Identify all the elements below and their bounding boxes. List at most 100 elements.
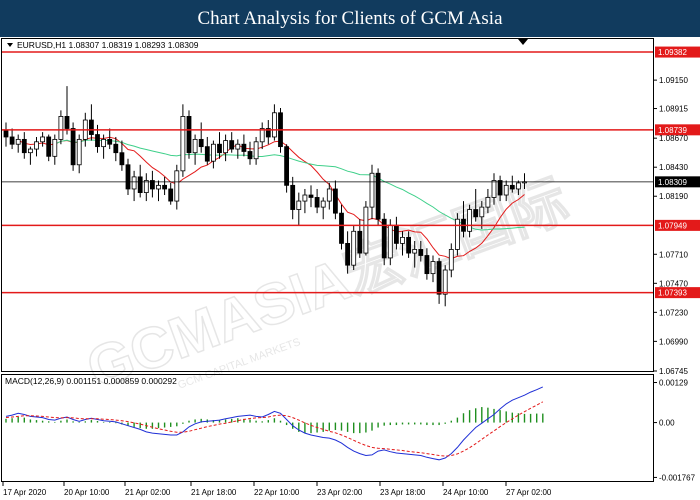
- candle-body: [76, 138, 82, 166]
- time-tick-label: 23 Apr 02:00: [317, 488, 363, 497]
- candle-body: [125, 164, 131, 190]
- candle-body: [271, 112, 277, 138]
- time-tick-label: 20 Apr 10:00: [64, 488, 110, 497]
- candle-body: [302, 194, 308, 202]
- time-tick-label: 24 Apr 10:00: [443, 488, 489, 497]
- candle-body: [40, 136, 45, 143]
- candle-body: [448, 249, 454, 271]
- macd-tick-label: -0.001767: [659, 473, 696, 482]
- candle-body: [442, 269, 448, 295]
- candle-body: [101, 138, 106, 148]
- candle-body: [503, 184, 509, 196]
- candle-body: [430, 261, 436, 275]
- candle-body: [34, 141, 39, 150]
- macd-tick-label: 0.00: [659, 419, 675, 428]
- candle-body: [217, 143, 222, 154]
- candle-body: [46, 136, 52, 157]
- candle-body: [406, 236, 412, 254]
- current-price-label: 1.08309: [658, 178, 687, 187]
- time-tick-label: 23 Apr 18:00: [380, 488, 426, 497]
- macd-tick-label: 0.00129: [659, 379, 688, 388]
- candle-body: [89, 119, 94, 135]
- page-title: Chart Analysis for Clients of GCM Asia: [197, 7, 503, 29]
- candle-body: [284, 146, 290, 186]
- candle-body: [436, 261, 442, 295]
- candle-body: [15, 138, 21, 145]
- candle-body: [485, 197, 491, 208]
- candle-body: [290, 184, 296, 210]
- candle-body: [3, 130, 9, 138]
- page-header: Chart Analysis for Clients of GCM Asia: [0, 0, 700, 37]
- level-label: 1.09382: [658, 48, 687, 57]
- candle-body: [497, 180, 503, 196]
- level-label: 1.07949: [658, 221, 687, 230]
- time-tick-label: 21 Apr 02:00: [125, 488, 171, 497]
- candle-body: [357, 230, 363, 254]
- candle-body: [131, 176, 137, 190]
- candle-body: [143, 180, 149, 194]
- time-tick-label: 22 Apr 10:00: [254, 488, 300, 497]
- candle-body: [156, 184, 161, 190]
- level-label: 1.07393: [658, 289, 687, 298]
- candle-body: [192, 138, 198, 154]
- candle-body: [308, 194, 314, 198]
- candle-body: [223, 140, 229, 154]
- time-tick-label: 17 Apr 2020: [3, 488, 47, 497]
- candle-body: [509, 184, 515, 190]
- price-tick-label: 1.08670: [659, 134, 688, 143]
- candle-body: [70, 128, 76, 166]
- candle-body: [253, 141, 259, 160]
- candle-body: [387, 224, 393, 259]
- candle-body: [314, 197, 320, 208]
- candle-body: [369, 172, 375, 208]
- candle-body: [107, 138, 113, 145]
- candle: [454, 213, 460, 256]
- candle-body: [393, 224, 399, 244]
- candle-body: [198, 138, 204, 148]
- candle-body: [400, 236, 405, 244]
- candle: [284, 144, 290, 193]
- price-tick-label: 1.06990: [659, 337, 688, 346]
- candle-body: [339, 212, 344, 244]
- candle: [351, 225, 357, 271]
- candle-body: [363, 206, 369, 254]
- candle-body: [180, 116, 186, 172]
- candle-body: [491, 180, 497, 198]
- candle-body: [332, 188, 338, 214]
- candle-body: [351, 230, 357, 266]
- candle-body: [424, 255, 430, 275]
- candle-body: [168, 188, 174, 202]
- candle-body: [454, 218, 460, 250]
- candle-body: [58, 116, 64, 140]
- price-tick-label: 1.09150: [659, 76, 688, 85]
- candle-body: [137, 176, 143, 194]
- time-tick-label: 27 Apr 02:00: [506, 488, 552, 497]
- candle-body: [113, 143, 119, 154]
- price-tick-label: 1.07470: [659, 279, 688, 288]
- trading-chart[interactable]: GCMASIA宏汇国际 GCM CAPITAL MARKETS 1.093821…: [0, 37, 700, 500]
- candle-body: [320, 200, 326, 208]
- candle-body: [418, 249, 424, 256]
- candle-body: [21, 138, 27, 154]
- candle-body: [204, 146, 210, 162]
- time-tick-label: 21 Apr 18:00: [191, 488, 237, 497]
- candle-body: [473, 209, 479, 218]
- candle-body: [52, 138, 58, 157]
- candle-body: [95, 134, 100, 148]
- price-panel-title: EURUSD,H1 1.08307 1.08319 1.08293 1.0830…: [17, 40, 199, 50]
- price-tick-label: 1.08915: [659, 105, 688, 114]
- price-tick-label: 1.06745: [659, 367, 688, 376]
- candle-body: [235, 143, 241, 150]
- macd-panel-title: MACD(12,26,9) 0.001151 0.000859 0.000292: [5, 376, 177, 386]
- candle-body: [64, 116, 70, 129]
- candle: [381, 213, 387, 266]
- candle-body: [119, 152, 125, 166]
- candle: [363, 201, 369, 256]
- candle-body: [27, 148, 33, 154]
- candle-body: [174, 170, 180, 202]
- candle-body: [345, 243, 351, 266]
- candle-body: [412, 249, 418, 254]
- candle-body: [247, 151, 253, 160]
- candle-body: [9, 136, 15, 145]
- candle-body: [326, 188, 332, 202]
